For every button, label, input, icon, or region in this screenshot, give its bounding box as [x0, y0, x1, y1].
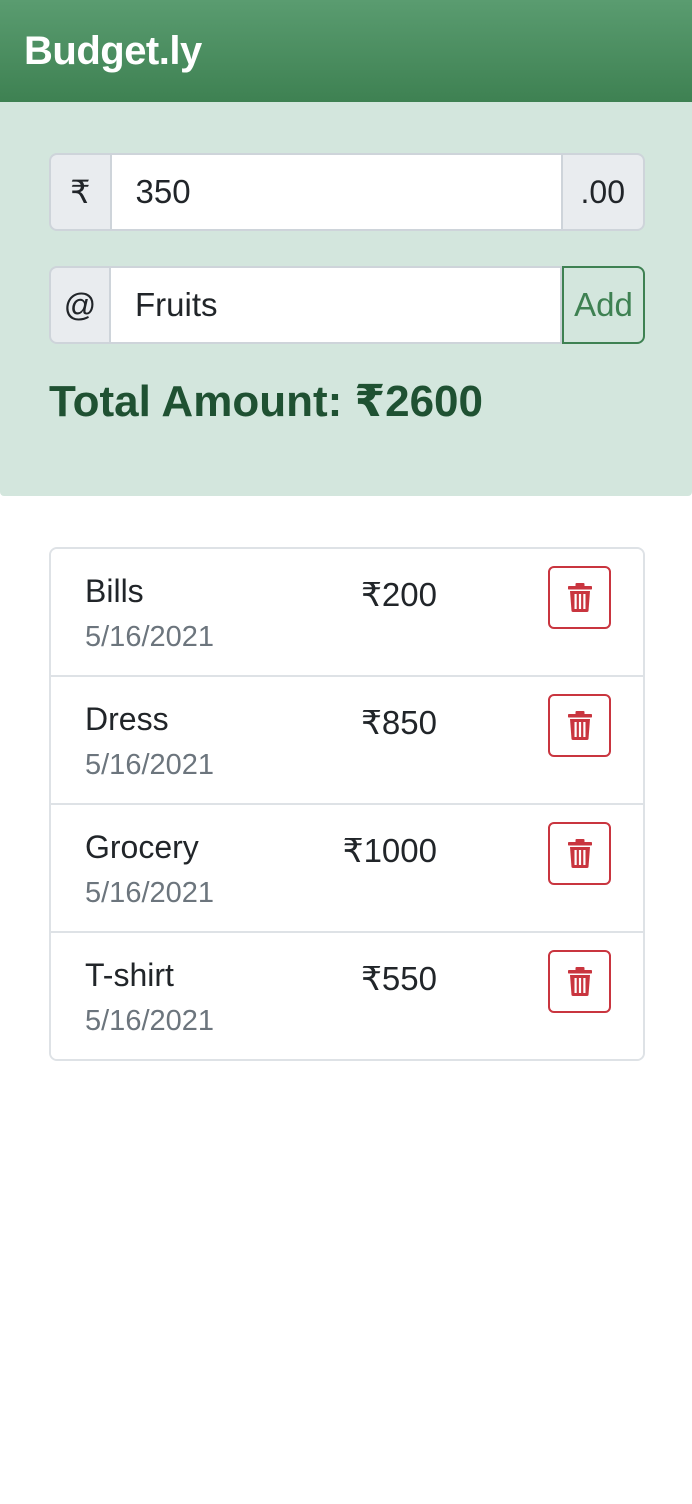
expense-amount: ₹1000	[342, 832, 437, 869]
expense-date: 5/16/2021	[85, 621, 215, 653]
list-item: Grocery 5/16/2021 ₹1000	[51, 805, 643, 933]
app-title[interactable]: Budget.ly	[24, 29, 202, 74]
expense-date: 5/16/2021	[85, 877, 215, 909]
amount-input[interactable]	[109, 153, 563, 231]
rupee-icon: ₹	[49, 153, 110, 231]
navbar: Budget.ly	[0, 0, 692, 102]
expense-name: Grocery	[85, 829, 199, 865]
list-item: Bills 5/16/2021 ₹200	[51, 549, 643, 677]
expense-form-panel: ₹ .00 @ Add Total Amount: ₹2600	[0, 102, 692, 496]
total-amount: Total Amount: ₹2600	[49, 377, 483, 426]
delete-button[interactable]	[548, 822, 611, 885]
expense-list: Bills 5/16/2021 ₹200 Dress 5/16/2021 ₹85…	[49, 547, 645, 1061]
delete-button[interactable]	[548, 950, 611, 1013]
description-input[interactable]	[108, 266, 562, 344]
expense-name: Dress	[85, 701, 169, 737]
amount-input-group: ₹ .00	[49, 153, 645, 231]
trash-icon	[567, 711, 592, 740]
expense-name: Bills	[85, 573, 144, 609]
expense-date: 5/16/2021	[85, 1005, 215, 1037]
expense-amount: ₹200	[360, 576, 437, 613]
expense-amount: ₹850	[360, 704, 437, 741]
add-button[interactable]: Add	[561, 266, 645, 344]
trash-icon	[567, 967, 592, 996]
at-icon: @	[49, 266, 109, 344]
trash-icon	[567, 583, 592, 612]
list-item: Dress 5/16/2021 ₹850	[51, 677, 643, 805]
trash-icon	[567, 839, 592, 868]
expense-date: 5/16/2021	[85, 749, 215, 781]
expense-amount: ₹550	[360, 960, 437, 997]
description-input-group: @ Add	[49, 266, 645, 344]
delete-button[interactable]	[548, 566, 611, 629]
amount-decimal-suffix: .00	[562, 153, 645, 231]
delete-button[interactable]	[548, 694, 611, 757]
list-item: T-shirt 5/16/2021 ₹550	[51, 933, 643, 1059]
expense-name: T-shirt	[85, 957, 174, 993]
